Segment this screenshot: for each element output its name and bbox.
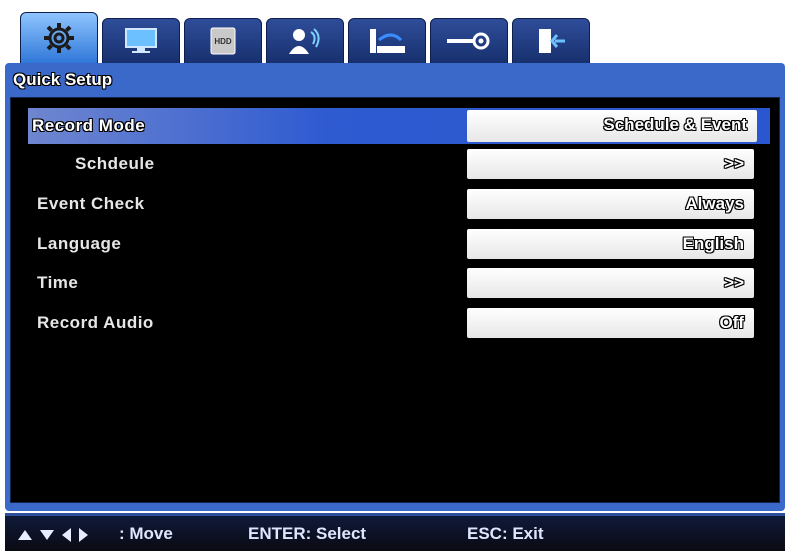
row-label: Event Check: [37, 194, 145, 213]
row-label: Record Mode: [32, 116, 146, 135]
hdd-label: HDD: [214, 36, 232, 46]
event-check-select[interactable]: Always: [467, 189, 754, 219]
tab-user[interactable]: [266, 18, 344, 64]
quick-setup-window: Quick Setup Record Mode Schedule & Event…: [5, 63, 785, 511]
tab-system[interactable]: [430, 18, 508, 64]
tab-network[interactable]: [348, 18, 426, 64]
tab-display[interactable]: [102, 18, 180, 64]
monitor-icon: [125, 28, 157, 53]
value-text: Off: [719, 313, 744, 332]
arrow-right-icon: [79, 528, 88, 542]
row-label: Record Audio: [37, 313, 154, 332]
settings-panel: Record Mode Schedule & Event Schdeule >>…: [10, 97, 780, 503]
row-label: Language: [37, 234, 122, 253]
network-icon: [370, 29, 405, 53]
row-schedule[interactable]: Schdeule >>: [11, 146, 777, 182]
value-text: Schedule & Event: [603, 115, 747, 134]
row-label: Time: [37, 273, 79, 292]
language-select[interactable]: English: [467, 229, 754, 259]
record-audio-select[interactable]: Off: [467, 308, 754, 338]
row-label: Schdeule: [75, 154, 155, 173]
help-exit: ESC: Exit: [467, 524, 544, 543]
help-move: : Move: [119, 524, 173, 543]
user-network-icon: [289, 28, 320, 54]
row-record-mode[interactable]: Record Mode Schedule & Event: [28, 108, 770, 144]
arrow-down-icon: [40, 530, 54, 540]
menu-tab-strip: HDD: [20, 12, 595, 64]
row-event-check[interactable]: Event Check Always: [11, 186, 777, 222]
exit-icon: [539, 29, 565, 53]
row-language[interactable]: Language English: [11, 226, 777, 262]
tab-exit[interactable]: [512, 18, 590, 64]
record-mode-select[interactable]: Schedule & Event: [467, 110, 757, 142]
row-record-audio[interactable]: Record Audio Off: [11, 305, 777, 341]
schedule-open-button[interactable]: >>: [467, 149, 754, 179]
time-open-button[interactable]: >>: [467, 268, 754, 298]
arrow-up-icon: [18, 530, 32, 540]
window-title: Quick Setup: [13, 70, 113, 89]
help-select: ENTER: Select: [248, 524, 367, 543]
arrow-left-icon: [62, 528, 71, 542]
row-time[interactable]: Time >>: [11, 265, 777, 301]
value-text: >>: [724, 154, 744, 173]
value-text: Always: [685, 194, 744, 213]
help-bar: : Move ENTER: Select ESC: Exit: [5, 513, 785, 551]
value-text: English: [682, 234, 744, 253]
gear-icon: [44, 23, 74, 53]
navigation-arrows: [18, 528, 88, 542]
system-settings-icon: [447, 32, 490, 50]
value-text: >>: [724, 273, 744, 292]
tab-setup[interactable]: [20, 12, 98, 64]
tab-storage[interactable]: HDD: [184, 18, 262, 64]
